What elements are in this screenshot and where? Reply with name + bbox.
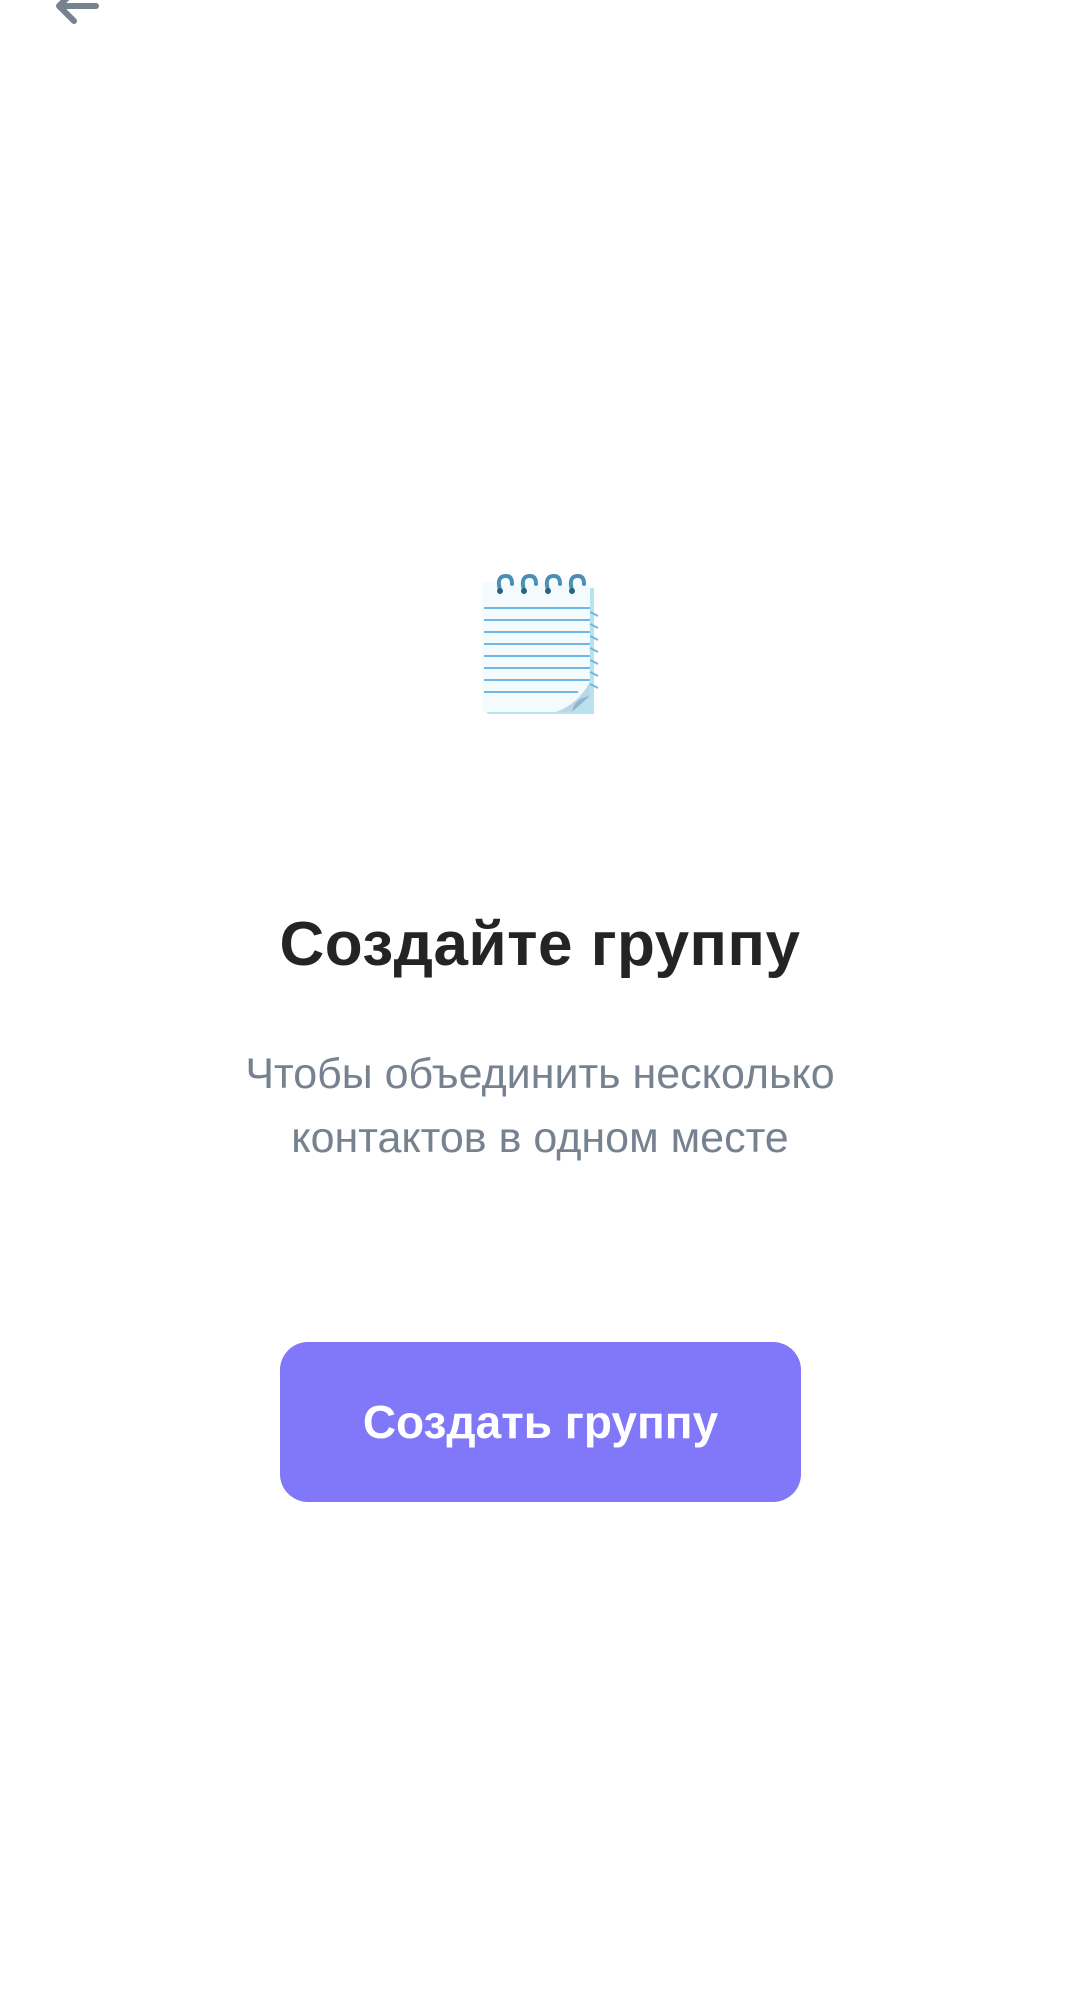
subtitle-line-1: Чтобы объединить несколько [245,1050,835,1098]
subtitle-line-2: контактов в одном месте [291,1114,789,1162]
empty-state-subtitle: Чтобы объединить несколько контактов в о… [140,1042,940,1170]
create-group-button-label: Создать группу [362,1396,719,1448]
arrow-left-icon [52,0,100,26]
back-button[interactable] [40,0,112,32]
notepad-illustration [478,572,602,718]
empty-state-title: Создайте группу [279,910,801,979]
create-group-button[interactable]: Создать группу [280,1342,801,1502]
